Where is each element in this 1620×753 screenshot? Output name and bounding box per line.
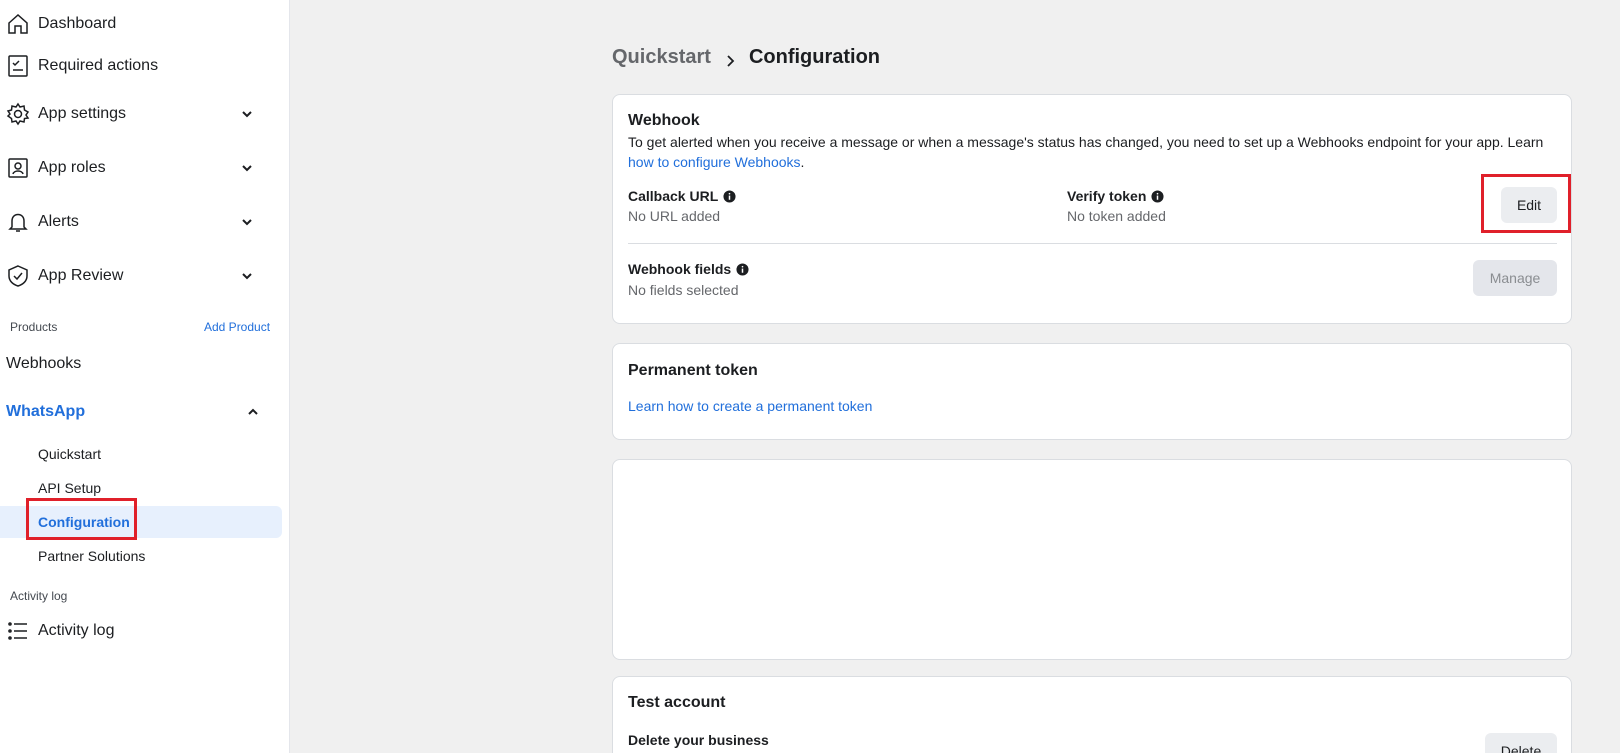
id-badge-icon [5, 155, 31, 181]
sidebar-subitem-configuration[interactable]: Configuration [38, 514, 130, 530]
verify-token-label-text: Verify token [1067, 188, 1147, 204]
sidebar-subitem-api-setup[interactable]: API Setup [38, 480, 101, 496]
info-icon[interactable] [736, 262, 749, 276]
webhook-fields-label: Webhook fields [628, 261, 749, 277]
sidebar-item-required-actions[interactable]: Required actions [0, 48, 282, 84]
verify-token-value: No token added [1067, 208, 1166, 224]
sidebar-item-dashboard[interactable]: Dashboard [0, 6, 282, 42]
sidebar-item-label: App Review [38, 267, 124, 284]
callback-url-label-text: Callback URL [628, 188, 719, 204]
permanent-token-card: Permanent token Learn how to create a pe… [612, 343, 1572, 440]
sidebar-item-label: App settings [38, 105, 127, 122]
products-section-label: Products [10, 320, 58, 334]
callback-url-label: Callback URL [628, 188, 736, 204]
info-icon[interactable] [723, 189, 736, 203]
add-product-link[interactable]: Add Product [204, 320, 270, 334]
list-icon [5, 618, 31, 644]
chevron-down-icon [240, 107, 254, 121]
chevron-right-icon [723, 51, 737, 67]
webhook-fields-label-text: Webhook fields [628, 261, 732, 277]
chevron-down-icon [240, 161, 254, 175]
info-icon[interactable] [1151, 189, 1164, 203]
sidebar-item-webhooks[interactable]: Webhooks [6, 355, 81, 373]
gear-icon [5, 101, 31, 127]
webhook-fields-value: No fields selected [628, 282, 739, 298]
permanent-token-link[interactable]: Learn how to create a permanent token [628, 396, 872, 416]
shield-check-icon [5, 263, 31, 289]
test-account-title: Test account [628, 694, 726, 711]
sidebar-item-app-review[interactable]: App Review [0, 258, 282, 294]
sidebar: Dashboard Required actions App settings … [0, 0, 290, 753]
edit-button[interactable]: Edit [1501, 187, 1557, 223]
webhook-description-text: To get alerted when you receive a messag… [628, 134, 1544, 150]
activity-section-label: Activity log [10, 589, 68, 603]
webhook-card: Webhook To get alerted when you receive … [612, 94, 1572, 324]
chevron-down-icon [240, 215, 254, 229]
sidebar-item-alerts[interactable]: Alerts [0, 204, 282, 240]
verify-token-label: Verify token [1067, 188, 1164, 204]
chevron-down-icon [240, 269, 254, 283]
manage-button[interactable]: Manage [1473, 260, 1557, 296]
sidebar-item-label: Alerts [38, 213, 79, 230]
sidebar-item-label: Required actions [38, 57, 159, 74]
bell-icon [5, 209, 31, 235]
delete-button[interactable]: Delete [1485, 733, 1557, 753]
checklist-icon [5, 53, 31, 79]
home-icon [5, 11, 31, 37]
sidebar-subitem-quickstart[interactable]: Quickstart [38, 446, 101, 462]
test-account-card: Test account Delete your business Delete [612, 676, 1572, 753]
sidebar-item-activity-log[interactable]: Activity log [0, 613, 282, 649]
sidebar-item-label: App roles [38, 159, 106, 176]
permanent-token-title: Permanent token [628, 362, 758, 379]
page-title: Configuration [748, 46, 881, 68]
breadcrumb: Quickstart Configuration [612, 46, 880, 69]
breadcrumb-quickstart[interactable]: Quickstart [612, 46, 711, 69]
webhook-description-suffix: . [800, 154, 805, 170]
sidebar-item-label: Dashboard [38, 15, 117, 32]
webhook-description: To get alerted when you receive a messag… [628, 132, 1548, 172]
webhook-card-title: Webhook [628, 112, 700, 129]
sidebar-item-app-roles[interactable]: App roles [0, 150, 282, 186]
divider [628, 243, 1557, 244]
delete-business-label: Delete your business [628, 732, 769, 748]
sidebar-item-app-settings[interactable]: App settings [0, 96, 282, 132]
callback-url-value: No URL added [628, 208, 721, 224]
empty-card [612, 459, 1572, 660]
sidebar-item-label: Activity log [38, 622, 115, 639]
chevron-up-icon[interactable] [246, 405, 260, 419]
sidebar-item-whatsapp[interactable]: WhatsApp [6, 403, 85, 421]
configure-webhooks-link[interactable]: how to configure Webhooks [628, 154, 801, 170]
sidebar-subitem-partner-solutions[interactable]: Partner Solutions [38, 548, 145, 564]
